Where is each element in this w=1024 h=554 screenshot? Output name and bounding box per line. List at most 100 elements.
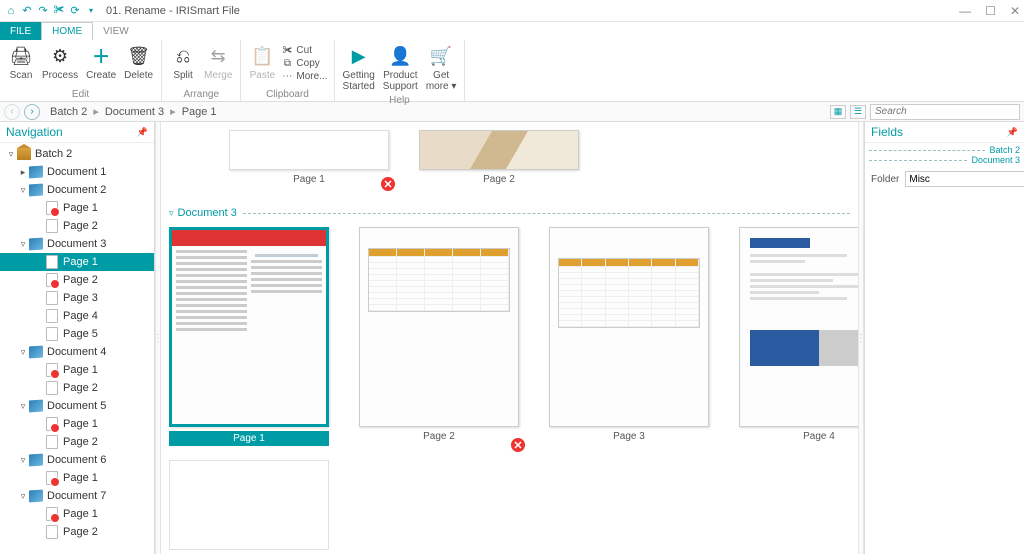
process-button[interactable]: ⚙ Process bbox=[38, 42, 82, 83]
tree-page[interactable]: Page 1 bbox=[0, 505, 154, 523]
page-icon bbox=[44, 309, 60, 323]
navigation-panel: Navigation 📌 ▿Batch 2▸Document 1▿Documen… bbox=[0, 122, 155, 554]
collapse-icon[interactable]: ▿ bbox=[169, 208, 174, 219]
document-icon bbox=[28, 345, 44, 359]
getting-started-button[interactable]: ▶ Getting Started bbox=[339, 42, 379, 94]
pin-icon[interactable]: 📌 bbox=[1007, 127, 1018, 138]
tree-item-label: Page 1 bbox=[63, 508, 98, 520]
pin-icon[interactable]: 📌 bbox=[137, 127, 148, 138]
breadcrumb-item[interactable]: Batch 2 bbox=[50, 106, 87, 118]
thumbnail-page-selected[interactable]: Page 1 bbox=[169, 227, 329, 446]
page-icon bbox=[44, 507, 60, 521]
split-button[interactable]: ⎌ Split bbox=[166, 42, 200, 83]
scan-button[interactable]: 🖨 Scan bbox=[4, 42, 38, 83]
tree-document[interactable]: ▿Document 7 bbox=[0, 487, 154, 505]
box-icon bbox=[16, 147, 32, 161]
nav-forward-button[interactable]: › bbox=[24, 104, 40, 120]
product-support-button[interactable]: 👤 Product Support bbox=[379, 42, 422, 94]
more-clipboard-button[interactable]: ⋯More... bbox=[281, 70, 327, 82]
document-title-row[interactable]: ▿ Document 3 bbox=[169, 207, 850, 219]
cut-button[interactable]: ✀Cut bbox=[281, 44, 327, 56]
thumbnail-page[interactable]: Page 2 bbox=[419, 130, 579, 185]
tree-document[interactable]: ▿ Document 2 bbox=[0, 181, 154, 199]
tree-page[interactable]: Page 2 bbox=[0, 217, 154, 235]
tree-page[interactable]: Page 1 bbox=[0, 361, 154, 379]
tree-document[interactable]: ▿ Document 5 bbox=[0, 397, 154, 415]
thumbnail-page[interactable]: Page 3 bbox=[549, 227, 709, 446]
qat-dropdown-icon[interactable]: ▾ bbox=[84, 4, 98, 18]
tree-document[interactable]: ▿ Document 4 bbox=[0, 343, 154, 361]
maximize-button[interactable]: ☐ bbox=[985, 4, 996, 18]
view-details-button[interactable]: ☰ bbox=[850, 105, 866, 119]
tree-item-label: Document 5 bbox=[47, 400, 106, 412]
view-thumbnails-button[interactable]: ▦ bbox=[830, 105, 846, 119]
tab-file[interactable]: FILE bbox=[0, 22, 41, 40]
copy-label: Copy bbox=[296, 58, 319, 69]
tree-page[interactable]: Page 1 bbox=[0, 253, 154, 271]
expand-icon[interactable]: ▿ bbox=[18, 455, 28, 466]
field-folder-input[interactable] bbox=[905, 171, 1024, 187]
fields-breadcrumb: Batch 2 Document 3 bbox=[865, 143, 1024, 167]
expand-icon[interactable]: ▿ bbox=[18, 239, 28, 250]
tree-page[interactable]: Page 3 bbox=[0, 289, 154, 307]
thumbnail-page[interactable]: ✕ Page 2 bbox=[359, 227, 519, 446]
tree-document[interactable]: ▿Document 6 bbox=[0, 451, 154, 469]
breadcrumb-item[interactable]: Page 1 bbox=[182, 106, 217, 118]
field-folder-row: Folder bbox=[865, 167, 1024, 191]
tree-page[interactable]: Page 4 bbox=[0, 307, 154, 325]
navigation-tree: ▿Batch 2▸Document 1▿Document 2Page 1Page… bbox=[0, 143, 154, 554]
tree-item-label: Page 2 bbox=[63, 274, 98, 286]
expand-icon[interactable]: ▿ bbox=[18, 185, 28, 196]
tree-batch[interactable]: ▿ Batch 2 bbox=[0, 145, 154, 163]
qat-scan-icon[interactable]: ⌂ bbox=[4, 4, 18, 18]
get-more-button[interactable]: 🛒 Get more ▾ bbox=[422, 42, 461, 94]
tree-item-label: Document 4 bbox=[47, 346, 106, 358]
expand-icon[interactable]: ▿ bbox=[18, 401, 28, 412]
scanner-icon: 🖨 bbox=[9, 44, 33, 68]
document-icon bbox=[28, 489, 44, 503]
search-input[interactable] bbox=[870, 104, 1020, 120]
tree-item-label: Document 2 bbox=[47, 184, 106, 196]
tab-home[interactable]: HOME bbox=[41, 22, 93, 40]
page-icon bbox=[44, 381, 60, 395]
expand-icon[interactable]: ▸ bbox=[18, 167, 28, 178]
fields-panel: Fields 📌 Batch 2 Document 3 Folder bbox=[864, 122, 1024, 554]
tree-page[interactable]: Page 2 bbox=[0, 379, 154, 397]
clipboard-icon: 📋 bbox=[250, 44, 274, 68]
create-button[interactable]: ＋ Create bbox=[82, 42, 120, 83]
tree-page[interactable]: Page 2 bbox=[0, 523, 154, 541]
create-label: Create bbox=[86, 70, 116, 81]
thumbnail-page[interactable]: Page 4 bbox=[739, 227, 858, 446]
minimize-button[interactable]: — bbox=[959, 4, 971, 18]
tree-page[interactable]: Page 1 bbox=[0, 469, 154, 487]
tree-document[interactable]: ▿Document 3 bbox=[0, 235, 154, 253]
tree-page[interactable]: Page 5 bbox=[0, 325, 154, 343]
split-icon: ⎌ bbox=[171, 44, 195, 68]
page-icon bbox=[44, 363, 60, 377]
expand-icon[interactable]: ▿ bbox=[18, 491, 28, 502]
document-section-3: ▿ Document 3 Page 1 bbox=[161, 199, 858, 554]
qat-refresh-icon[interactable]: ⟳ bbox=[68, 4, 82, 18]
tree-item-label: Page 2 bbox=[63, 220, 98, 232]
delete-button[interactable]: 🗑 Delete bbox=[120, 42, 157, 83]
qat-redo-icon[interactable]: ↷ bbox=[36, 4, 50, 18]
breadcrumb-item[interactable]: Document 3 bbox=[105, 106, 164, 118]
expand-icon[interactable]: ▿ bbox=[6, 149, 16, 160]
qat-undo-icon[interactable]: ↶ bbox=[20, 4, 34, 18]
tree-document[interactable]: ▸Document 1 bbox=[0, 163, 154, 181]
thumbnail-page[interactable]: ✕ Page 1 bbox=[229, 130, 389, 185]
more-label: More... bbox=[296, 71, 327, 82]
tab-view[interactable]: VIEW bbox=[93, 22, 139, 40]
page-icon bbox=[44, 273, 60, 287]
tree-page[interactable]: Page 2 bbox=[0, 271, 154, 289]
close-button[interactable]: ✕ bbox=[1010, 4, 1020, 18]
tree-page[interactable]: Page 1 bbox=[0, 415, 154, 433]
thumbnail-caption: Page 2 bbox=[483, 174, 515, 185]
copy-button[interactable]: ⧉Copy bbox=[281, 57, 327, 69]
qat-cut-icon[interactable]: ✀ bbox=[52, 4, 66, 18]
tree-item-label: Batch 2 bbox=[35, 148, 72, 160]
tree-page[interactable]: Page 2 bbox=[0, 433, 154, 451]
get-more-label: Get more ▾ bbox=[426, 70, 457, 92]
expand-icon[interactable]: ▿ bbox=[18, 347, 28, 358]
tree-page[interactable]: Page 1 bbox=[0, 199, 154, 217]
